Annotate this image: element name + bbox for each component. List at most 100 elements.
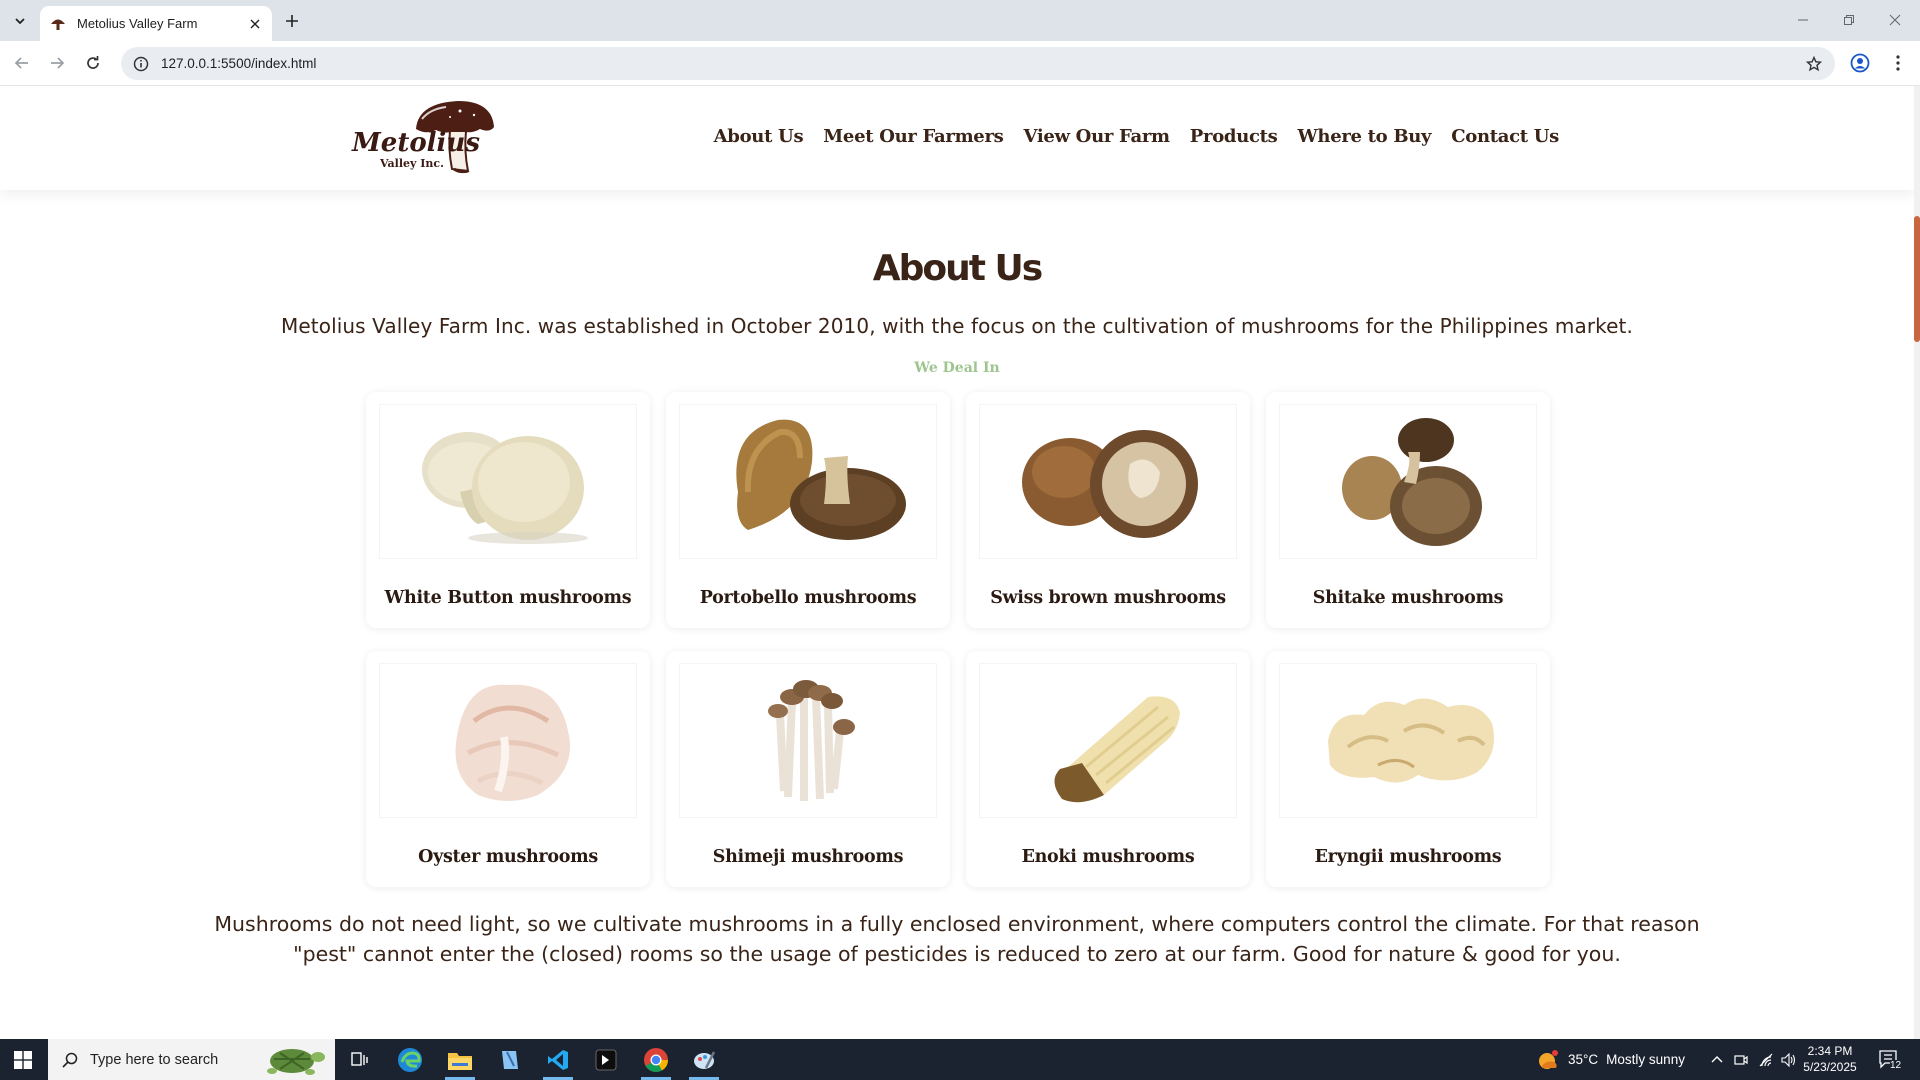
notification-center-button[interactable]: 12 [1870,1039,1910,1080]
arrow-left-icon [14,57,28,69]
portobello-mushroom-image [679,404,937,559]
task-view-button[interactable] [336,1039,384,1080]
swiss-brown-mushroom-image [979,404,1237,559]
show-hidden-icons[interactable] [1706,1039,1728,1080]
chevron-down-icon [15,18,25,25]
section-title: About Us [872,248,1043,289]
product-name: Shimeji mushrooms [712,847,904,867]
mushroom-favicon-icon [49,15,67,33]
logo-wordmark: Metolius [351,128,480,158]
shimeji-mushroom-image [679,663,937,818]
product-name: Oyster mushrooms [418,847,598,867]
oyster-mushroom-image [379,663,637,818]
we-deal-in-heading: We Deal In [914,360,1000,376]
shitake-mushroom-image [1279,404,1537,559]
taskbar-clock[interactable]: 2:34 PM 5/23/2025 [1794,1043,1866,1075]
camera-icon [1734,1054,1748,1065]
mushroom-logo-icon: Metolius Valley Inc. [351,101,494,174]
weather-temp: 35°C [1568,1052,1599,1067]
product-name: Shitake mushrooms [1312,588,1504,608]
start-button[interactable] [0,1039,46,1080]
notepad-icon [502,1050,518,1069]
product-name: Eryngii mushrooms [1314,847,1502,867]
sun-weather-icon [1539,1049,1558,1069]
taskbar-paint-app[interactable] [680,1039,728,1080]
minimize-button[interactable] [1780,0,1826,40]
search-placeholder: Type here to search [90,1051,219,1068]
browser-tab-active[interactable]: Metolius Valley Farm [40,6,272,41]
scrollbar-thumb[interactable] [1914,216,1920,342]
folder-icon [448,1052,472,1070]
taskbar-edge[interactable] [386,1039,434,1080]
tab-title: Metolius Valley Farm [77,16,198,31]
product-card[interactable]: Shitake mushrooms [1266,392,1550,628]
about-intro-text: Metolius Valley Farm Inc. was establishe… [281,314,1633,338]
chevron-up-icon [1711,1055,1723,1062]
search-icon [62,1052,78,1068]
enoki-mushroom-image [979,663,1237,818]
site-logo[interactable]: Metolius Valley Inc. [350,99,496,175]
profile-button[interactable] [1846,49,1874,77]
about-outro-text: Mushrooms do not need light, so we culti… [214,912,1700,966]
vscode-icon [548,1049,568,1070]
taskbar-terminal[interactable] [582,1039,630,1080]
product-card[interactable]: Oyster mushrooms [366,651,650,887]
reload-button[interactable] [79,49,107,77]
site-info-icon[interactable] [131,54,151,74]
product-card[interactable]: Enoki mushrooms [966,651,1250,887]
product-card[interactable]: Portobello mushrooms [666,392,950,628]
weather-condition: Mostly sunny [1606,1052,1685,1067]
restore-button[interactable] [1826,0,1872,40]
browser-toolbar: 127.0.0.1:5500/index.html [0,41,1920,86]
product-name: Enoki mushrooms [1021,847,1195,867]
tray-meet-now[interactable] [1730,1039,1752,1080]
product-name: Portobello mushrooms [699,588,917,608]
nav-meet-our-farmers[interactable]: Meet Our Farmers [823,126,1003,147]
chrome-icon [644,1047,668,1072]
nav-about-us[interactable]: About Us [714,126,804,147]
browser-menu-button[interactable] [1884,49,1912,77]
back-button[interactable] [8,49,36,77]
notification-count-badge: 12 [1890,1060,1902,1071]
clock-date: 5/23/2025 [1803,1060,1857,1074]
reload-icon [87,56,99,69]
edge-icon [398,1047,422,1072]
taskbar-search-box[interactable]: Type here to search [48,1039,335,1080]
arrow-right-icon [51,57,65,69]
product-card[interactable]: Swiss brown mushrooms [966,392,1250,628]
tray-network[interactable] [1755,1039,1777,1080]
address-bar[interactable]: 127.0.0.1:5500/index.html [121,47,1835,80]
minimize-icon [1798,19,1808,21]
nav-where-to-buy[interactable]: Where to Buy [1298,126,1432,147]
taskbar-app-blue[interactable] [486,1039,534,1080]
taskbar-chrome[interactable] [632,1039,680,1080]
taskbar-vscode[interactable] [534,1039,582,1080]
url-text[interactable]: 127.0.0.1:5500/index.html [161,56,1801,71]
restore-icon [1844,15,1854,25]
product-grid: White Button mushrooms Portobello mushro… [366,392,1550,887]
profile-icon [1850,53,1870,73]
turtle-search-highlight-icon [267,1049,325,1075]
product-card[interactable]: Eryngii mushrooms [1266,651,1550,887]
plus-icon [286,15,298,27]
wifi-icon [1759,1053,1773,1066]
nav-products[interactable]: Products [1190,126,1278,147]
windows-logo-icon [14,1050,32,1069]
forward-button[interactable] [43,49,71,77]
product-card[interactable]: White Button mushrooms [366,392,650,628]
tab-search-button[interactable] [8,9,32,33]
bookmark-star-icon[interactable] [1801,51,1827,77]
product-name: Swiss brown mushrooms [990,588,1226,608]
close-window-button[interactable] [1872,0,1918,40]
nav-contact-us[interactable]: Contact Us [1451,126,1559,147]
page-scrollbar[interactable] [1914,86,1920,1039]
product-card[interactable]: Shimeji mushrooms [666,651,950,887]
close-tab-icon[interactable] [246,15,264,33]
clock-time: 2:34 PM [1807,1044,1853,1058]
new-tab-button[interactable] [280,9,304,33]
windows-taskbar: Type here to search 35°C Mostly sunny 2:… [0,1039,1920,1080]
taskbar-file-explorer[interactable] [436,1039,484,1080]
nav-view-our-farm[interactable]: View Our Farm [1023,126,1170,147]
more-vertical-icon [1896,55,1900,71]
weather-widget[interactable]: 35°C Mostly sunny [1536,1039,1685,1080]
